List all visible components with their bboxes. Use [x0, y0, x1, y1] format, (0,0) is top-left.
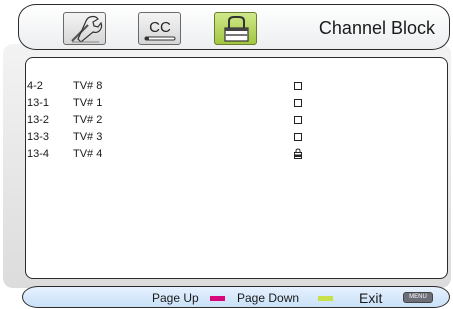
page-title: Channel Block: [318, 18, 435, 38]
channel-row[interactable]: 13-4 TV# 4: [27, 148, 417, 162]
block-checkbox-locked[interactable]: [294, 148, 302, 159]
tab-setup[interactable]: [63, 12, 106, 45]
channel-number: 13-2: [27, 114, 50, 126]
channel-row[interactable]: 13-3 TV# 3: [27, 131, 417, 145]
page-down-color-key: [318, 296, 333, 301]
menu-key-icon: MENU: [403, 292, 433, 303]
tab-parental-lock[interactable]: [214, 12, 257, 45]
block-checkbox[interactable]: [294, 116, 302, 124]
channel-name: TV# 2: [73, 114, 103, 126]
channel-name: TV# 1: [73, 97, 103, 109]
tab-closed-caption[interactable]: CC: [138, 12, 181, 45]
lock-icon: [224, 16, 249, 42]
block-checkbox[interactable]: [294, 82, 302, 90]
page-down-label: Page Down: [237, 291, 300, 305]
channel-name: TV# 4: [73, 148, 103, 160]
channel-row[interactable]: 13-1 TV# 1: [27, 97, 417, 111]
channel-block-screen: CC Channel Block 4-2 TV# 8 13-1 TV# 1 13…: [0, 0, 453, 309]
wrench-icon: [71, 15, 103, 43]
exit-label: Exit: [359, 290, 383, 306]
channel-number: 13-1: [27, 97, 50, 109]
small-lock-icon: [294, 148, 302, 159]
page-up-label: Page Up: [152, 291, 199, 305]
page-up-color-key: [210, 296, 225, 301]
block-checkbox[interactable]: [294, 133, 302, 141]
cc-icon: CC: [144, 19, 176, 41]
channel-number: 4-2: [27, 80, 43, 92]
channel-row[interactable]: 4-2 TV# 8: [27, 80, 417, 94]
channel-number: 13-3: [27, 131, 50, 143]
channel-name: TV# 3: [73, 131, 103, 143]
channel-number: 13-4: [27, 148, 50, 160]
footer-bar: Page Up Page Down Exit MENU: [22, 286, 450, 308]
channel-row[interactable]: 13-2 TV# 2: [27, 114, 417, 128]
header-bar: CC Channel Block: [18, 4, 450, 50]
block-checkbox[interactable]: [294, 99, 302, 107]
cc-label: CC: [149, 19, 171, 36]
channel-name: TV# 8: [73, 80, 103, 92]
